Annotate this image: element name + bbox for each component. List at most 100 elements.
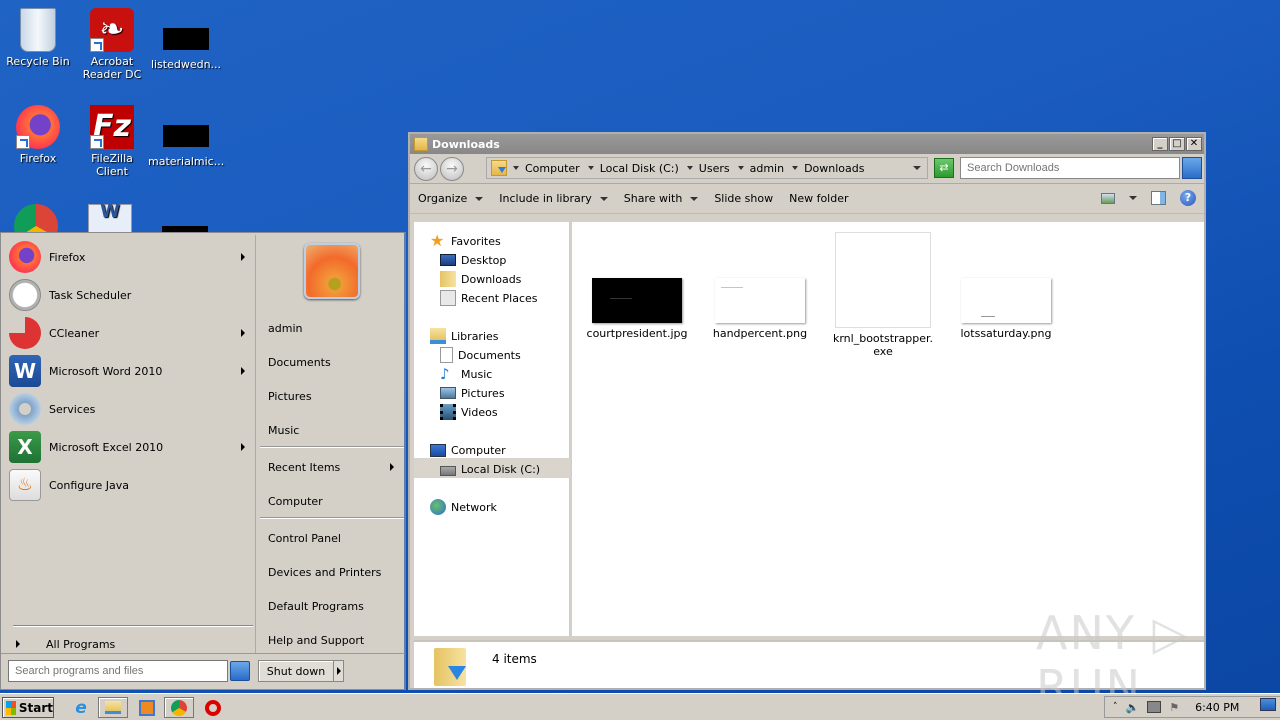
desktop-icon-acrobat[interactable]: ❧ Acrobat Reader DC xyxy=(74,8,150,81)
shutdown-button[interactable]: Shut down xyxy=(258,660,334,682)
include-in-library-button[interactable]: Include in library xyxy=(499,192,608,205)
start-program-ccleaner[interactable]: CCleaner xyxy=(9,315,253,351)
forward-button[interactable]: → xyxy=(440,156,464,181)
start-place-help-support[interactable]: Help and Support xyxy=(262,626,402,654)
desktop-icon-chrome[interactable] xyxy=(14,204,60,232)
volume-icon[interactable]: 🔈 xyxy=(1126,701,1140,714)
divider xyxy=(260,517,404,519)
start-place-documents[interactable]: Documents xyxy=(262,348,402,376)
slide-show-button[interactable]: Slide show xyxy=(714,192,773,205)
file-name-extension: exe xyxy=(873,345,893,358)
start-place-recent-items[interactable]: Recent Items xyxy=(262,453,402,481)
start-place-admin[interactable]: admin xyxy=(262,314,402,342)
start-program-task-scheduler[interactable]: Task Scheduler xyxy=(9,277,253,313)
start-menu: Firefox Task Scheduler CCleaner W Micros… xyxy=(0,232,406,690)
desktop-icon-word-doc[interactable]: W xyxy=(88,204,134,232)
nav-label: Network xyxy=(451,500,497,514)
all-programs-button[interactable]: All Programs xyxy=(13,635,253,653)
start-place-default-programs[interactable]: Default Programs xyxy=(262,592,402,620)
organize-button[interactable]: Organize xyxy=(418,192,484,205)
nav-label: Music xyxy=(461,367,493,381)
search-input[interactable] xyxy=(960,157,1180,179)
breadcrumb-computer[interactable]: Computer xyxy=(513,162,580,175)
nav-network[interactable]: Network xyxy=(430,498,497,516)
taskbar-opera[interactable] xyxy=(198,697,228,718)
breadcrumb-admin[interactable]: admin xyxy=(737,162,784,175)
close-button[interactable]: ✕ xyxy=(1186,137,1202,151)
start-place-computer[interactable]: Computer xyxy=(262,487,402,515)
search-icon[interactable] xyxy=(230,661,250,681)
all-programs-label: All Programs xyxy=(46,637,116,651)
breadcrumb-users[interactable]: Users xyxy=(686,162,730,175)
nav-label: Computer xyxy=(451,443,506,457)
file-item[interactable]: lotssaturday.png xyxy=(951,278,1061,340)
breadcrumb-downloads[interactable]: Downloads xyxy=(792,162,865,175)
desktop-icon-recycle-bin[interactable]: Recycle Bin xyxy=(0,8,76,68)
change-view-icon[interactable] xyxy=(1101,192,1115,204)
breadcrumb-local-disk[interactable]: Local Disk (C:) xyxy=(587,162,679,175)
start-program-configure-java[interactable]: ♨ Configure Java xyxy=(9,467,253,503)
shutdown-options-button[interactable] xyxy=(333,660,344,682)
refresh-button[interactable]: ⇄ xyxy=(934,158,954,178)
start-program-firefox[interactable]: Firefox xyxy=(9,239,253,275)
address-history-dropdown[interactable] xyxy=(913,166,921,170)
nav-favorites[interactable]: ★ Favorites xyxy=(430,232,501,250)
file-list: courtpresident.jpg handpercent.png krnl_… xyxy=(572,222,1204,636)
start-place-devices-printers[interactable]: Devices and Printers xyxy=(262,558,402,586)
show-desktop-button[interactable] xyxy=(1260,698,1276,711)
nav-music[interactable]: ♪ Music xyxy=(440,365,492,383)
nav-local-disk[interactable]: Local Disk (C:) xyxy=(440,460,540,478)
nav-documents[interactable]: Documents xyxy=(440,346,521,364)
help-icon[interactable]: ? xyxy=(1180,190,1196,206)
start-program-word[interactable]: W Microsoft Word 2010 xyxy=(9,353,253,389)
window-title: Downloads xyxy=(432,137,500,151)
start-search-input[interactable] xyxy=(8,660,228,682)
start-program-services[interactable]: Services xyxy=(9,391,253,427)
new-folder-button[interactable]: New folder xyxy=(789,192,848,205)
user-avatar[interactable] xyxy=(304,243,360,299)
taskbar-ie[interactable]: e xyxy=(66,697,96,718)
address-bar[interactable]: Computer Local Disk (C:) Users admin Dow… xyxy=(486,157,928,179)
share-with-button[interactable]: Share with xyxy=(624,192,699,205)
show-hidden-icons-button[interactable]: ˄ xyxy=(1113,702,1118,712)
nav-pictures[interactable]: Pictures xyxy=(440,384,505,402)
chrome-icon xyxy=(14,204,58,232)
desktop-icon-filezilla[interactable]: Fz FileZilla Client xyxy=(74,105,150,178)
nav-libraries[interactable]: Libraries xyxy=(430,327,499,345)
action-center-flag-icon[interactable]: ⚑ xyxy=(1169,701,1179,714)
taskbar-explorer[interactable] xyxy=(98,697,128,718)
file-item[interactable]: handpercent.png xyxy=(705,278,815,340)
videos-icon xyxy=(440,404,456,420)
start-program-excel[interactable]: X Microsoft Excel 2010 xyxy=(9,429,253,465)
desktop-icon-firefox[interactable]: Firefox xyxy=(0,105,76,165)
nav-label: Pictures xyxy=(461,386,505,400)
window-titlebar[interactable]: Downloads _ □ ✕ xyxy=(410,134,1204,154)
search-icon[interactable] xyxy=(1182,157,1202,179)
network-status-icon[interactable] xyxy=(1147,701,1162,713)
desktop-icon-materialmic[interactable]: materialmic... xyxy=(148,105,224,168)
file-name: krnl_bootstrapper. xyxy=(832,332,934,345)
place-label: Default Programs xyxy=(268,599,364,613)
clock[interactable]: 6:40 PM xyxy=(1195,701,1239,714)
back-button[interactable]: ← xyxy=(414,156,438,181)
program-label: Microsoft Excel 2010 xyxy=(49,440,164,454)
nav-videos[interactable]: Videos xyxy=(440,403,498,421)
nav-recent-places[interactable]: Recent Places xyxy=(440,289,538,307)
preview-pane-icon[interactable] xyxy=(1151,191,1166,205)
maximize-button[interactable]: □ xyxy=(1169,137,1185,151)
nav-desktop[interactable]: Desktop xyxy=(440,251,506,269)
nav-computer[interactable]: Computer xyxy=(430,441,506,459)
minimize-button[interactable]: _ xyxy=(1152,137,1168,151)
start-place-pictures[interactable]: Pictures xyxy=(262,382,402,410)
taskbar-chrome[interactable] xyxy=(164,697,194,718)
view-options-dropdown[interactable] xyxy=(1129,196,1137,200)
taskbar-media-player[interactable] xyxy=(132,697,162,718)
nav-downloads[interactable]: Downloads xyxy=(440,270,521,288)
start-menu-places: admin Documents Pictures Music Recent It… xyxy=(255,235,405,653)
file-item[interactable]: courtpresident.jpg xyxy=(582,278,692,340)
start-place-music[interactable]: Music xyxy=(262,416,402,444)
file-item[interactable]: krnl_bootstrapper. exe xyxy=(828,232,938,358)
start-place-control-panel[interactable]: Control Panel xyxy=(262,524,402,552)
start-button[interactable]: Start xyxy=(2,697,54,718)
desktop-icon-listedwedn[interactable]: listedwedn... xyxy=(148,8,224,71)
